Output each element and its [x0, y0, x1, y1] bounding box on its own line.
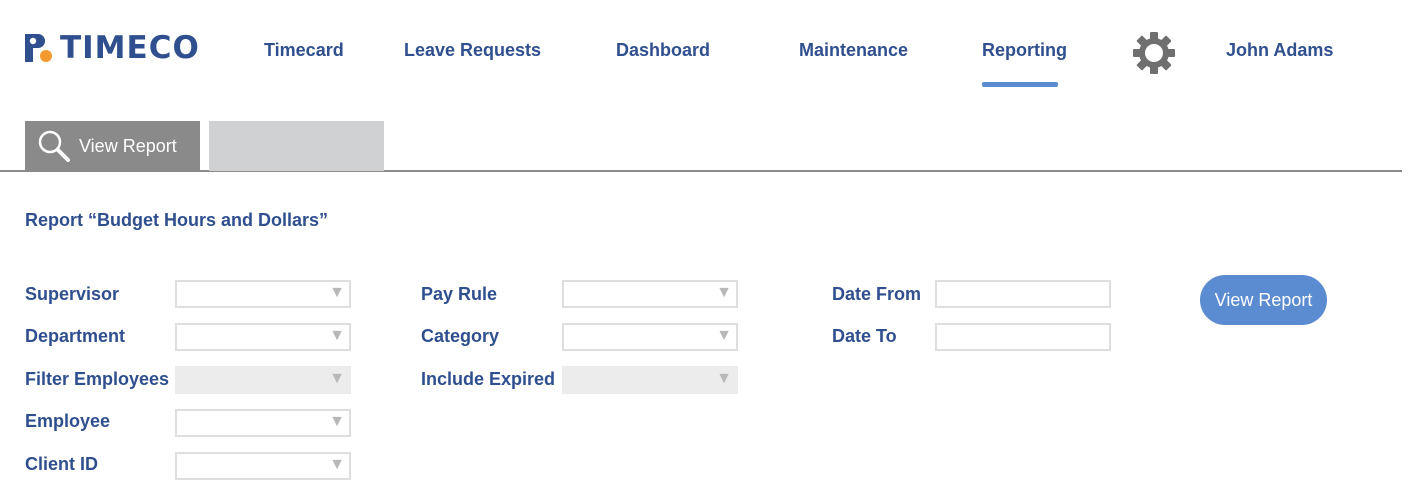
chevron-down-icon: ▼ [716, 284, 732, 301]
pay-rule-label: Pay Rule [421, 284, 498, 304]
employee-label: Employee [25, 411, 111, 431]
view-report-button[interactable]: View Report [1200, 275, 1327, 325]
filter-employees-select[interactable]: ▼ [175, 366, 351, 394]
tab-view-report-label: View Report [79, 135, 177, 156]
client-id-label: Client ID [25, 454, 99, 474]
nav-reporting[interactable]: Reporting [982, 40, 1067, 61]
nav-leave-requests[interactable]: Leave Requests [404, 40, 541, 61]
search-icon [38, 130, 70, 162]
timeco-logo[interactable]: TIMECO [22, 28, 217, 68]
date-from-input[interactable] [935, 280, 1111, 308]
chevron-down-icon: ▼ [329, 284, 345, 301]
category-label: Category [421, 326, 500, 346]
chevron-down-icon: ▼ [329, 327, 345, 344]
nav-dashboard[interactable]: Dashboard [616, 40, 710, 61]
top-navigation-bar: TIMECO Timecard Leave Requests Dashboard… [0, 0, 1417, 100]
active-nav-indicator [982, 82, 1058, 87]
report-title: Report “Budget Hours and Dollars” [25, 210, 329, 230]
category-select[interactable]: ▼ [562, 323, 738, 351]
employee-select[interactable]: ▼ [175, 409, 351, 437]
filter-employees-label: Filter Employees [25, 369, 170, 389]
chevron-down-icon: ▼ [716, 370, 732, 387]
logo-mark-icon [25, 34, 52, 62]
tab-blank[interactable] [209, 121, 384, 171]
include-expired-select[interactable]: ▼ [562, 366, 738, 394]
user-name[interactable]: John Adams [1226, 40, 1333, 61]
pay-rule-select[interactable]: ▼ [562, 280, 738, 308]
include-expired-label: Include Expired [421, 369, 556, 389]
department-select[interactable]: ▼ [175, 323, 351, 351]
chevron-down-icon: ▼ [329, 456, 345, 473]
chevron-down-icon: ▼ [716, 327, 732, 344]
logo-wordmark: TIMECO [60, 29, 200, 66]
department-label: Department [25, 326, 126, 346]
supervisor-select[interactable]: ▼ [175, 280, 351, 308]
nav-maintenance[interactable]: Maintenance [799, 40, 908, 61]
tab-view-report[interactable]: View Report [25, 121, 200, 171]
nav-timecard[interactable]: Timecard [264, 40, 344, 61]
report-tabs: View Report [0, 121, 1402, 172]
chevron-down-icon: ▼ [329, 370, 345, 387]
date-from-label: Date From [832, 284, 922, 304]
supervisor-label: Supervisor [25, 284, 120, 304]
date-to-input[interactable] [935, 323, 1111, 351]
gear-icon[interactable] [1132, 31, 1176, 75]
date-to-label: Date To [832, 326, 897, 346]
chevron-down-icon: ▼ [329, 413, 345, 430]
client-id-select[interactable]: ▼ [175, 452, 351, 480]
